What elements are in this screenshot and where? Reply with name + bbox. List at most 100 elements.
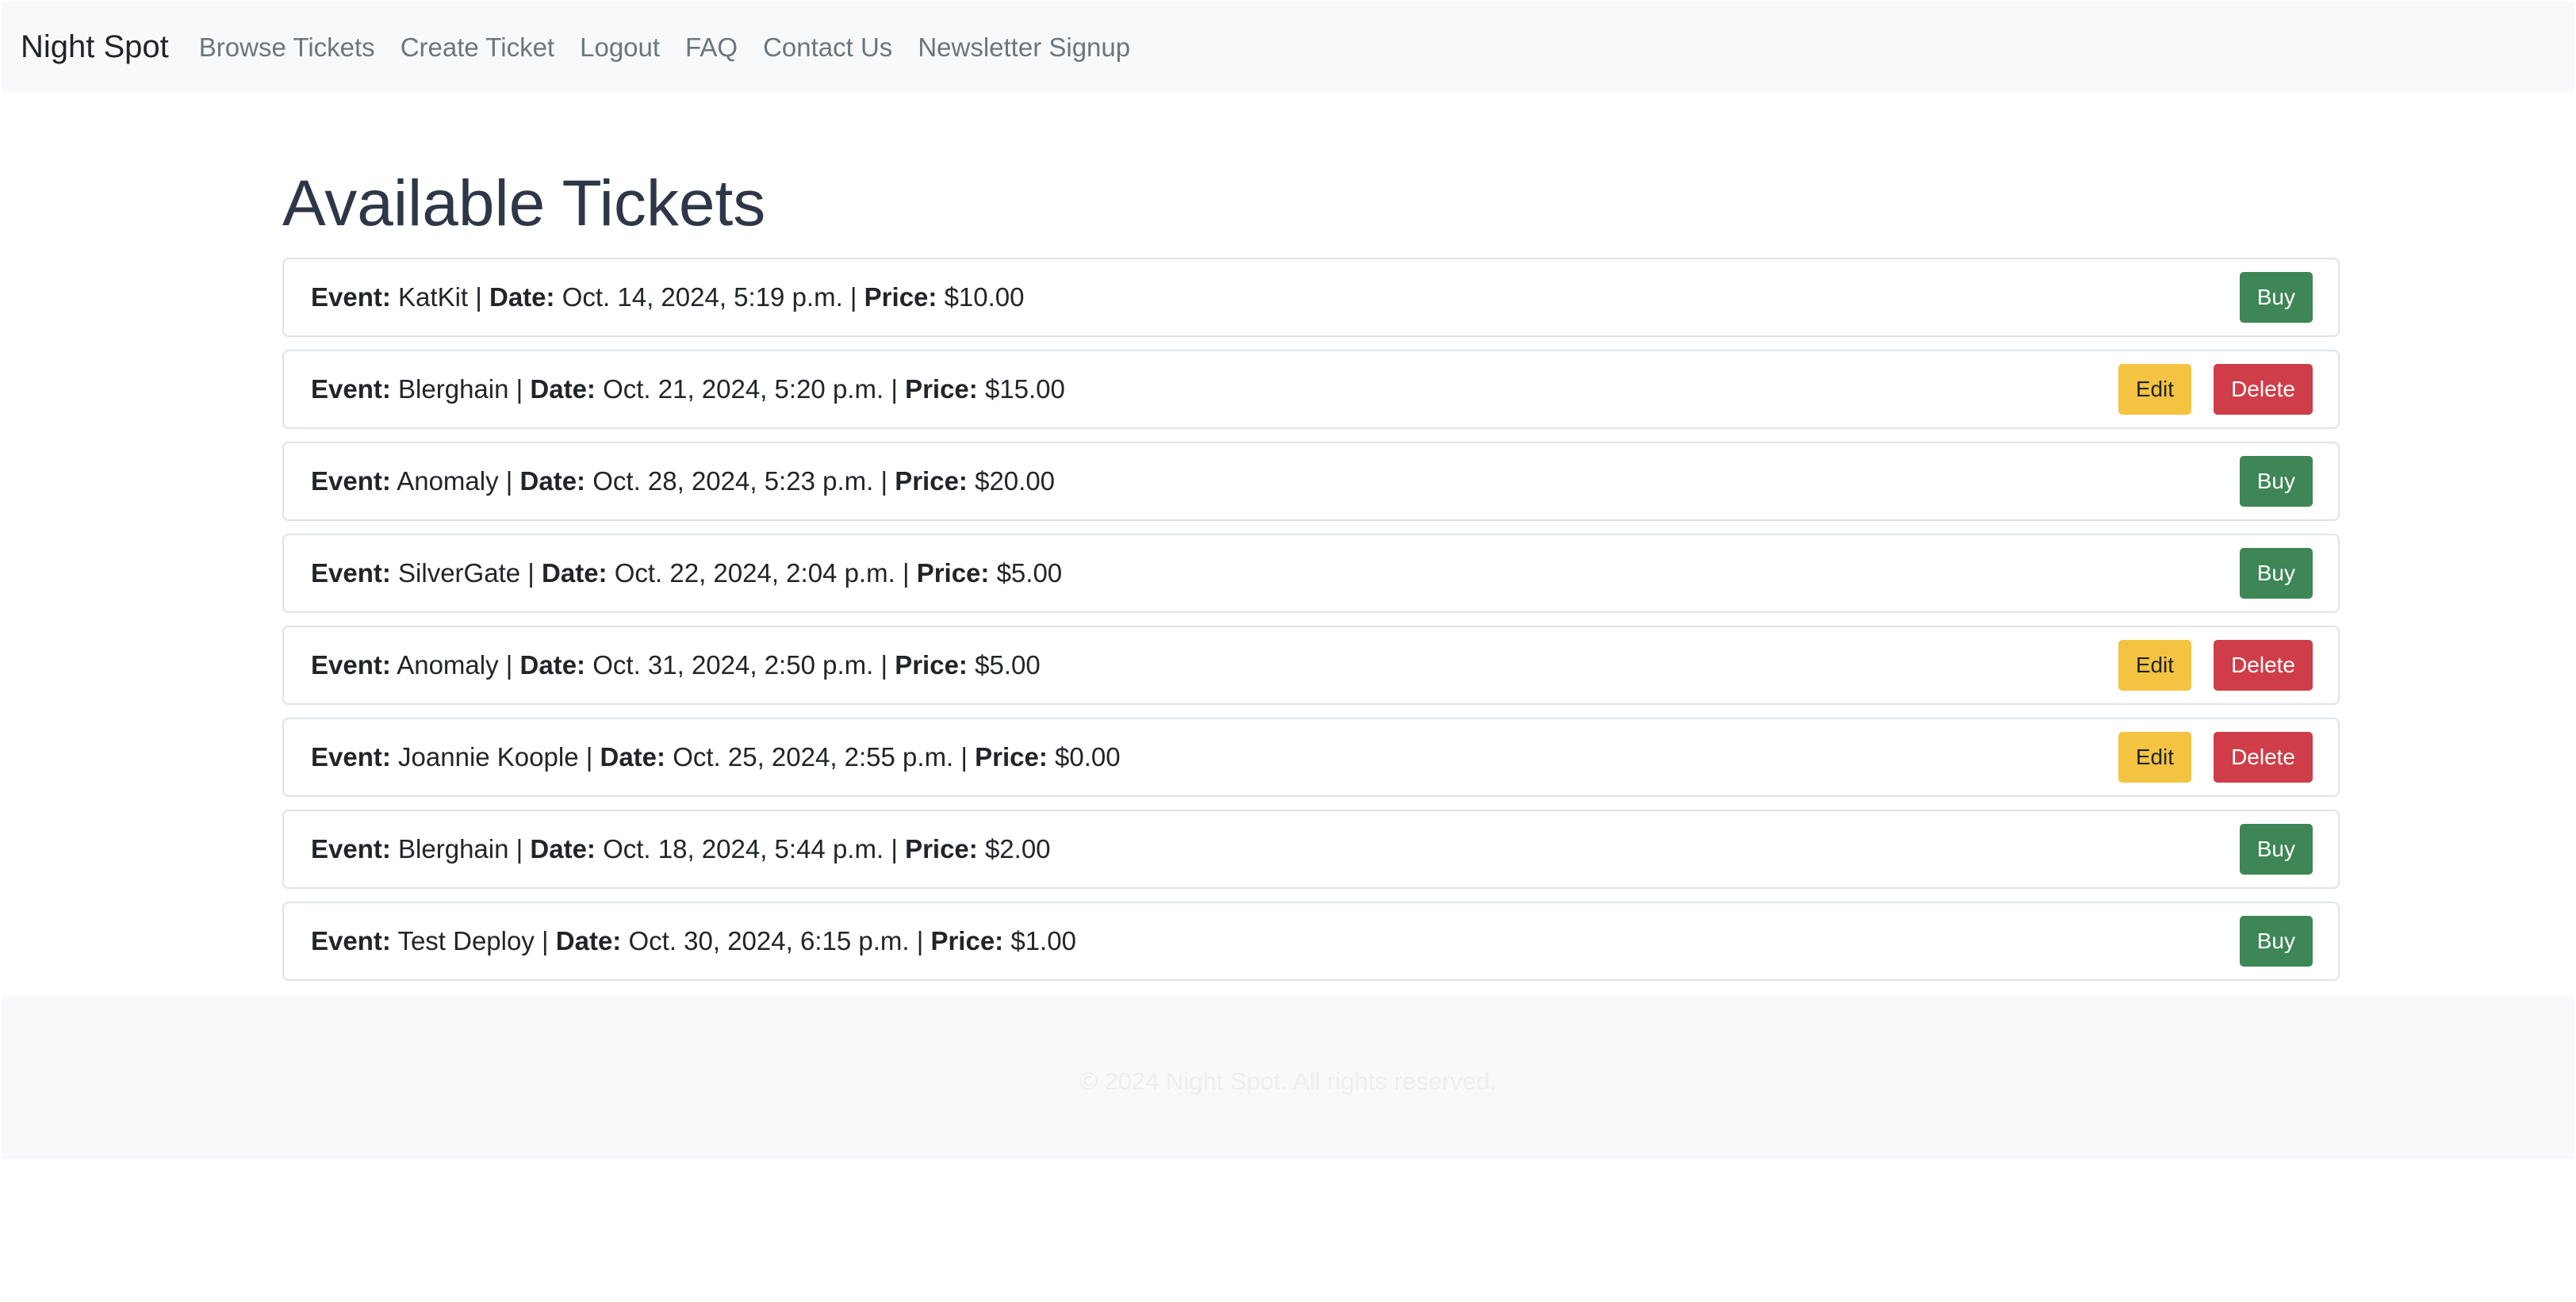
ticket-actions: Buy bbox=[2239, 456, 2313, 507]
ticket-row: Event: Test Deploy | Date: Oct. 30, 2024… bbox=[282, 902, 2340, 981]
nav-link-newsletter-signup[interactable]: Newsletter Signup bbox=[905, 34, 1143, 60]
separator: | bbox=[505, 650, 513, 680]
separator: | bbox=[902, 558, 910, 588]
price-label: Price: bbox=[905, 834, 978, 864]
ticket-details: Event: Anomaly | Date: Oct. 28, 2024, 5:… bbox=[311, 465, 1055, 497]
event-label: Event: bbox=[311, 742, 391, 772]
date-label: Date: bbox=[542, 558, 608, 588]
ticket-row: Event: Joannie Koople | Date: Oct. 25, 2… bbox=[282, 718, 2340, 797]
event-label: Event: bbox=[311, 466, 391, 496]
ticket-actions: Buy bbox=[2239, 548, 2313, 599]
ticket-details: Event: Blerghain | Date: Oct. 21, 2024, … bbox=[311, 373, 1065, 405]
nav-link-create-ticket[interactable]: Create Ticket bbox=[388, 34, 567, 60]
ticket-list: Event: KatKit | Date: Oct. 14, 2024, 5:1… bbox=[282, 258, 2340, 994]
event-date: Oct. 21, 2024, 5:20 p.m. bbox=[603, 374, 884, 404]
buy-button[interactable]: Buy bbox=[2239, 548, 2313, 599]
separator: | bbox=[891, 834, 898, 864]
separator: | bbox=[891, 374, 898, 404]
event-date: Oct. 25, 2024, 2:55 p.m. bbox=[673, 742, 954, 772]
event-name: Joannie Koople bbox=[398, 742, 579, 772]
ticket-details: Event: Anomaly | Date: Oct. 31, 2024, 2:… bbox=[311, 649, 1041, 681]
ticket-details: Event: Blerghain | Date: Oct. 18, 2024, … bbox=[311, 833, 1051, 865]
ticket-details: Event: Joannie Koople | Date: Oct. 25, 2… bbox=[311, 741, 1121, 773]
separator: | bbox=[505, 466, 513, 496]
ticket-details: Event: SilverGate | Date: Oct. 22, 2024,… bbox=[311, 557, 1062, 589]
date-label: Date: bbox=[530, 374, 596, 404]
buy-button[interactable]: Buy bbox=[2239, 824, 2313, 875]
buy-button[interactable]: Buy bbox=[2239, 456, 2313, 507]
date-label: Date: bbox=[555, 926, 622, 955]
price-label: Price: bbox=[864, 282, 937, 312]
event-date: Oct. 28, 2024, 5:23 p.m. bbox=[592, 466, 874, 496]
event-name: Blerghain bbox=[398, 374, 509, 404]
footer: © 2024 Night Spot. All rights reserved. bbox=[2, 996, 2574, 1159]
ticket-actions: Buy bbox=[2239, 272, 2313, 323]
separator: | bbox=[542, 926, 549, 955]
event-label: Event: bbox=[311, 834, 391, 864]
ticket-price: $5.00 bbox=[996, 558, 1063, 588]
separator: | bbox=[516, 374, 523, 404]
event-label: Event: bbox=[311, 282, 391, 312]
edit-button[interactable]: Edit bbox=[2118, 640, 2192, 691]
event-date: Oct. 22, 2024, 2:04 p.m. bbox=[614, 558, 895, 588]
price-label: Price: bbox=[895, 466, 968, 496]
event-label: Event: bbox=[311, 926, 391, 955]
date-label: Date: bbox=[489, 282, 555, 312]
buy-button[interactable]: Buy bbox=[2239, 916, 2313, 967]
ticket-row: Event: SilverGate | Date: Oct. 22, 2024,… bbox=[282, 534, 2340, 613]
ticket-price: $10.00 bbox=[944, 282, 1025, 312]
delete-button[interactable]: Delete bbox=[2214, 364, 2313, 415]
price-label: Price: bbox=[975, 742, 1048, 772]
ticket-row: Event: Anomaly | Date: Oct. 31, 2024, 2:… bbox=[282, 626, 2340, 705]
footer-copyright: © 2024 Night Spot. All rights reserved. bbox=[1079, 1067, 1497, 1095]
event-date: Oct. 31, 2024, 2:50 p.m. bbox=[592, 650, 874, 680]
buy-button[interactable]: Buy bbox=[2239, 272, 2313, 323]
event-label: Event: bbox=[311, 650, 391, 680]
ticket-price: $1.00 bbox=[1010, 926, 1076, 955]
price-label: Price: bbox=[895, 650, 968, 680]
edit-button[interactable]: Edit bbox=[2118, 364, 2192, 415]
separator: | bbox=[849, 282, 857, 312]
date-label: Date: bbox=[530, 834, 596, 864]
separator: | bbox=[527, 558, 535, 588]
separator: | bbox=[516, 834, 523, 864]
date-label: Date: bbox=[600, 742, 666, 772]
page-title: Available Tickets bbox=[282, 167, 766, 239]
ticket-row: Event: Anomaly | Date: Oct. 28, 2024, 5:… bbox=[282, 442, 2340, 521]
event-label: Event: bbox=[311, 558, 391, 588]
ticket-actions: Edit Delete bbox=[2118, 364, 2313, 415]
price-label: Price: bbox=[930, 926, 1004, 955]
delete-button[interactable]: Delete bbox=[2214, 732, 2313, 783]
nav-link-contact-us[interactable]: Contact Us bbox=[750, 34, 905, 60]
ticket-actions: Edit Delete bbox=[2118, 640, 2313, 691]
ticket-row: Event: Blerghain | Date: Oct. 21, 2024, … bbox=[282, 350, 2340, 429]
navbar-brand[interactable]: Night Spot bbox=[21, 31, 169, 63]
event-name: KatKit bbox=[398, 282, 469, 312]
navbar: Night Spot Browse Tickets Create Ticket … bbox=[2, 2, 2574, 92]
ticket-price: $20.00 bbox=[975, 466, 1056, 496]
separator: | bbox=[585, 742, 593, 772]
event-date: Oct. 14, 2024, 5:19 p.m. bbox=[562, 282, 843, 312]
separator: | bbox=[960, 742, 968, 772]
event-name: SilverGate bbox=[398, 558, 521, 588]
edit-button[interactable]: Edit bbox=[2118, 732, 2192, 783]
price-label: Price: bbox=[905, 374, 978, 404]
nav-link-browse-tickets[interactable]: Browse Tickets bbox=[186, 34, 388, 60]
nav-link-faq[interactable]: FAQ bbox=[673, 34, 750, 60]
delete-button[interactable]: Delete bbox=[2214, 640, 2313, 691]
nav-link-logout[interactable]: Logout bbox=[567, 34, 673, 60]
separator: | bbox=[880, 466, 888, 496]
ticket-details: Event: KatKit | Date: Oct. 14, 2024, 5:1… bbox=[311, 281, 1025, 313]
ticket-actions: Edit Delete bbox=[2118, 732, 2313, 783]
date-label: Date: bbox=[519, 650, 586, 680]
separator: | bbox=[475, 282, 482, 312]
ticket-details: Event: Test Deploy | Date: Oct. 30, 2024… bbox=[311, 925, 1076, 957]
event-name: Anomaly bbox=[397, 650, 499, 680]
event-name: Test Deploy bbox=[397, 926, 535, 955]
separator: | bbox=[916, 926, 924, 955]
nav-links: Browse Tickets Create Ticket Logout FAQ … bbox=[186, 34, 1143, 60]
ticket-price: $2.00 bbox=[984, 834, 1051, 864]
ticket-actions: Buy bbox=[2239, 824, 2313, 875]
event-label: Event: bbox=[311, 374, 391, 404]
separator: | bbox=[880, 650, 888, 680]
